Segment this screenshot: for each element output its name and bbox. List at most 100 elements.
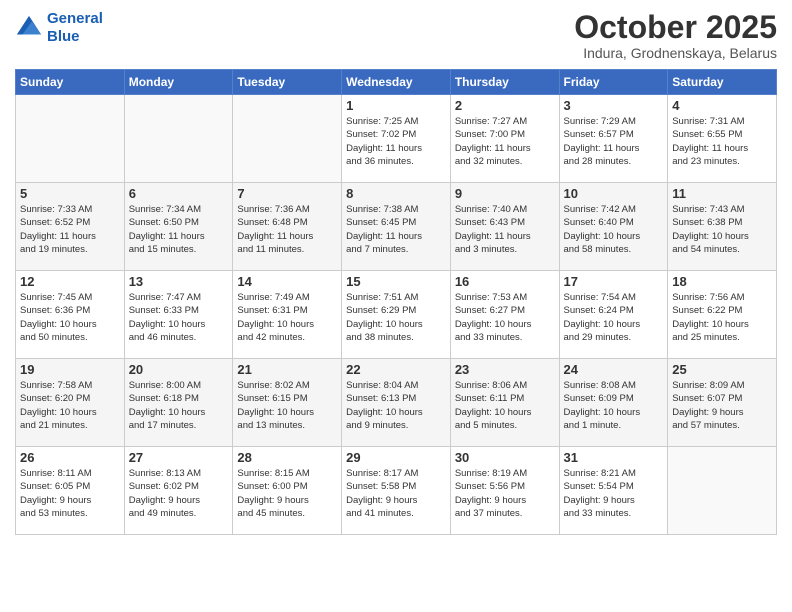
day-info: Sunrise: 8:02 AM Sunset: 6:15 PM Dayligh… — [237, 379, 337, 432]
header-cell-tuesday: Tuesday — [233, 70, 342, 95]
day-number: 30 — [455, 450, 555, 465]
logo-text: General Blue — [47, 10, 103, 46]
day-cell: 31 Sunrise: 8:21 AM Sunset: 5:54 PM Dayli… — [559, 447, 668, 535]
day-number: 24 — [564, 362, 664, 377]
day-cell: 15 Sunrise: 7:51 AM Sunset: 6:29 PM Dayli… — [342, 271, 451, 359]
header-row: SundayMondayTuesdayWednesdayThursdayFrid… — [16, 70, 777, 95]
day-info: Sunrise: 8:08 AM Sunset: 6:09 PM Dayligh… — [564, 379, 664, 432]
day-number: 10 — [564, 186, 664, 201]
day-info: Sunrise: 8:13 AM Sunset: 6:02 PM Dayligh… — [129, 467, 229, 520]
week-row-2: 5Sunrise: 7:33 AM Sunset: 6:52 PM Daylig… — [16, 183, 777, 271]
week-row-4: 19 Sunrise: 7:58 AM Sunset: 6:20 PM Dayli… — [16, 359, 777, 447]
day-cell — [668, 447, 777, 535]
day-number: 2 — [455, 98, 555, 113]
day-info: Sunrise: 7:34 AM Sunset: 6:50 PM Dayligh… — [129, 203, 229, 256]
day-cell: 2 Sunrise: 7:27 AM Sunset: 7:00 PM Daylig… — [450, 95, 559, 183]
day-info: Sunrise: 7:49 AM Sunset: 6:31 PM Dayligh… — [237, 291, 337, 344]
day-cell: 22 Sunrise: 8:04 AM Sunset: 6:13 PM Dayli… — [342, 359, 451, 447]
day-cell: 4 Sunrise: 7:31 AM Sunset: 6:55 PM Daylig… — [668, 95, 777, 183]
header-cell-friday: Friday — [559, 70, 668, 95]
day-info: Sunrise: 7:53 AM Sunset: 6:27 PM Dayligh… — [455, 291, 555, 344]
location: Indura, Grodnenskaya, Belarus — [574, 45, 777, 61]
day-cell: 8Sunrise: 7:38 AM Sunset: 6:45 PM Daylig… — [342, 183, 451, 271]
day-number: 9 — [455, 186, 555, 201]
day-info: Sunrise: 7:58 AM Sunset: 6:20 PM Dayligh… — [20, 379, 120, 432]
day-cell: 18Sunrise: 7:56 AM Sunset: 6:22 PM Dayli… — [668, 271, 777, 359]
day-number: 12 — [20, 274, 120, 289]
header-cell-monday: Monday — [124, 70, 233, 95]
day-cell: 13Sunrise: 7:47 AM Sunset: 6:33 PM Dayli… — [124, 271, 233, 359]
day-number: 17 — [564, 274, 664, 289]
day-cell: 27 Sunrise: 8:13 AM Sunset: 6:02 PM Dayli… — [124, 447, 233, 535]
day-info: Sunrise: 7:43 AM Sunset: 6:38 PM Dayligh… — [672, 203, 772, 256]
month-title: October 2025 — [574, 10, 777, 45]
day-number: 3 — [564, 98, 664, 113]
day-cell: 19 Sunrise: 7:58 AM Sunset: 6:20 PM Dayli… — [16, 359, 125, 447]
day-cell: 3Sunrise: 7:29 AM Sunset: 6:57 PM Daylig… — [559, 95, 668, 183]
day-info: Sunrise: 8:19 AM Sunset: 5:56 PM Dayligh… — [455, 467, 555, 520]
day-cell: 16 Sunrise: 7:53 AM Sunset: 6:27 PM Dayli… — [450, 271, 559, 359]
logo: General Blue — [15, 10, 103, 46]
day-info: Sunrise: 8:15 AM Sunset: 6:00 PM Dayligh… — [237, 467, 337, 520]
day-info: Sunrise: 7:54 AM Sunset: 6:24 PM Dayligh… — [564, 291, 664, 344]
day-info: Sunrise: 8:00 AM Sunset: 6:18 PM Dayligh… — [129, 379, 229, 432]
day-info: Sunrise: 8:09 AM Sunset: 6:07 PM Dayligh… — [672, 379, 772, 432]
day-number: 26 — [20, 450, 120, 465]
day-cell: 1Sunrise: 7:25 AM Sunset: 7:02 PM Daylig… — [342, 95, 451, 183]
day-cell: 5Sunrise: 7:33 AM Sunset: 6:52 PM Daylig… — [16, 183, 125, 271]
day-number: 25 — [672, 362, 772, 377]
day-info: Sunrise: 7:25 AM Sunset: 7:02 PM Dayligh… — [346, 115, 446, 168]
day-number: 23 — [455, 362, 555, 377]
logo-blue-text: Blue — [47, 28, 80, 45]
day-number: 14 — [237, 274, 337, 289]
day-number: 7 — [237, 186, 337, 201]
day-info: Sunrise: 8:06 AM Sunset: 6:11 PM Dayligh… — [455, 379, 555, 432]
day-number: 18 — [672, 274, 772, 289]
day-info: Sunrise: 8:11 AM Sunset: 6:05 PM Dayligh… — [20, 467, 120, 520]
day-cell: 26 Sunrise: 8:11 AM Sunset: 6:05 PM Dayli… — [16, 447, 125, 535]
day-cell: 28 Sunrise: 8:15 AM Sunset: 6:00 PM Dayli… — [233, 447, 342, 535]
day-cell: 12 Sunrise: 7:45 AM Sunset: 6:36 PM Dayli… — [16, 271, 125, 359]
calendar-table: SundayMondayTuesdayWednesdayThursdayFrid… — [15, 69, 777, 535]
day-number: 15 — [346, 274, 446, 289]
header-cell-thursday: Thursday — [450, 70, 559, 95]
day-number: 13 — [129, 274, 229, 289]
day-cell: 14 Sunrise: 7:49 AM Sunset: 6:31 PM Dayli… — [233, 271, 342, 359]
day-info: Sunrise: 7:51 AM Sunset: 6:29 PM Dayligh… — [346, 291, 446, 344]
day-cell — [16, 95, 125, 183]
day-number: 27 — [129, 450, 229, 465]
day-number: 16 — [455, 274, 555, 289]
day-number: 22 — [346, 362, 446, 377]
day-cell: 20 Sunrise: 8:00 AM Sunset: 6:18 PM Dayli… — [124, 359, 233, 447]
logo-general: General — [47, 10, 103, 27]
day-info: Sunrise: 7:42 AM Sunset: 6:40 PM Dayligh… — [564, 203, 664, 256]
day-number: 29 — [346, 450, 446, 465]
day-info: Sunrise: 7:36 AM Sunset: 6:48 PM Dayligh… — [237, 203, 337, 256]
day-info: Sunrise: 7:45 AM Sunset: 6:36 PM Dayligh… — [20, 291, 120, 344]
day-info: Sunrise: 8:04 AM Sunset: 6:13 PM Dayligh… — [346, 379, 446, 432]
header-cell-sunday: Sunday — [16, 70, 125, 95]
day-number: 19 — [20, 362, 120, 377]
day-info: Sunrise: 7:38 AM Sunset: 6:45 PM Dayligh… — [346, 203, 446, 256]
header: General Blue October 2025 Indura, Grodne… — [15, 10, 777, 61]
day-number: 20 — [129, 362, 229, 377]
day-cell: 10 Sunrise: 7:42 AM Sunset: 6:40 PM Dayli… — [559, 183, 668, 271]
day-cell: 24 Sunrise: 8:08 AM Sunset: 6:09 PM Dayli… — [559, 359, 668, 447]
title-block: October 2025 Indura, Grodnenskaya, Belar… — [574, 10, 777, 61]
day-number: 21 — [237, 362, 337, 377]
day-info: Sunrise: 8:21 AM Sunset: 5:54 PM Dayligh… — [564, 467, 664, 520]
day-info: Sunrise: 7:31 AM Sunset: 6:55 PM Dayligh… — [672, 115, 772, 168]
day-number: 28 — [237, 450, 337, 465]
day-cell: 23 Sunrise: 8:06 AM Sunset: 6:11 PM Dayli… — [450, 359, 559, 447]
day-number: 4 — [672, 98, 772, 113]
day-cell: 30 Sunrise: 8:19 AM Sunset: 5:56 PM Dayli… — [450, 447, 559, 535]
day-cell: 6Sunrise: 7:34 AM Sunset: 6:50 PM Daylig… — [124, 183, 233, 271]
day-cell: 17 Sunrise: 7:54 AM Sunset: 6:24 PM Dayli… — [559, 271, 668, 359]
day-number: 11 — [672, 186, 772, 201]
day-cell: 29Sunrise: 8:17 AM Sunset: 5:58 PM Dayli… — [342, 447, 451, 535]
day-info: Sunrise: 7:27 AM Sunset: 7:00 PM Dayligh… — [455, 115, 555, 168]
day-number: 31 — [564, 450, 664, 465]
day-number: 5 — [20, 186, 120, 201]
day-cell: 9Sunrise: 7:40 AM Sunset: 6:43 PM Daylig… — [450, 183, 559, 271]
day-cell: 7 Sunrise: 7:36 AM Sunset: 6:48 PM Daylig… — [233, 183, 342, 271]
